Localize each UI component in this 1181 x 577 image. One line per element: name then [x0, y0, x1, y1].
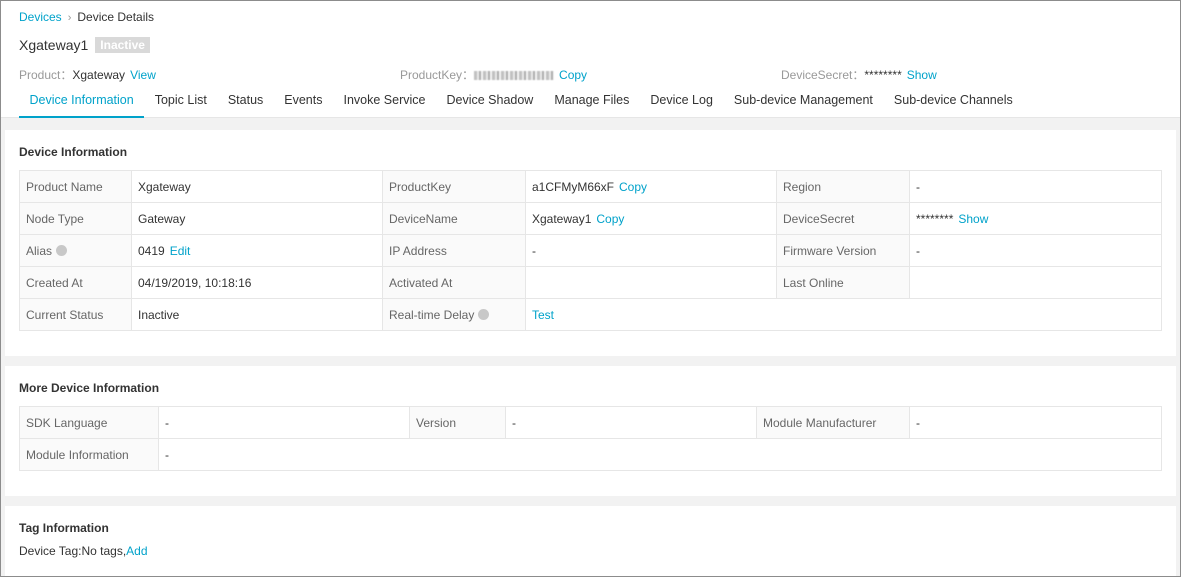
breadcrumb-separator: ›	[67, 12, 72, 24]
tab-status[interactable]: Status	[217, 87, 273, 118]
table-row: Alias 0419 Edit IP Address - Firmware Ver…	[19, 234, 1162, 267]
sdk-language-label: SDK Language	[19, 406, 159, 439]
devicesecret-cell: ******** Show	[909, 202, 1162, 235]
module-information-label: Module Information	[19, 438, 159, 471]
tab-device-shadow[interactable]: Device Shadow	[436, 87, 544, 118]
table-row: Product Name Xgateway ProductKey a1CFMyM…	[19, 170, 1162, 203]
tab-invoke-service[interactable]: Invoke Service	[333, 87, 436, 118]
tab-bar: Device Information Topic List Status Eve…	[19, 87, 1023, 118]
tab-sub-device-channels[interactable]: Sub-device Channels	[883, 87, 1023, 118]
add-tag-link[interactable]: Add	[126, 544, 147, 558]
node-type-label: Node Type	[19, 202, 132, 235]
module-manufacturer-value: -	[909, 406, 1162, 439]
device-title-row: Xgateway1 Inactive	[19, 37, 150, 53]
product-name-value: Xgateway	[131, 170, 383, 203]
breadcrumb-current: Device Details	[77, 10, 155, 24]
table-row: Current Status Inactive Real-time Delay …	[19, 298, 1162, 331]
version-value: -	[505, 406, 757, 439]
masked-productkey	[474, 71, 555, 81]
devicesecret-meta-label: DeviceSecret：	[781, 68, 865, 82]
productkey-meta-label: ProductKey：	[400, 68, 475, 82]
status-badge: Inactive	[95, 37, 150, 53]
copy-productkey-button[interactable]: Copy	[619, 180, 647, 194]
product-meta-label: Product：	[19, 68, 73, 82]
created-at-value: 04/19/2019, 10:18:16	[131, 266, 383, 299]
ip-address-label: IP Address	[382, 234, 526, 267]
ip-address-value: -	[525, 234, 777, 267]
page-title: Xgateway1	[19, 37, 89, 53]
productkey-cell: a1CFMyM66xF Copy	[525, 170, 777, 203]
table-row: Created At 04/19/2019, 10:18:16 Activate…	[19, 266, 1162, 299]
devicesecret-meta: DeviceSecret：******** Show	[781, 66, 937, 83]
devicename-cell: Xgateway1 Copy	[525, 202, 777, 235]
tab-events[interactable]: Events	[274, 87, 333, 118]
tab-manage-files[interactable]: Manage Files	[544, 87, 640, 118]
node-type-value: Gateway	[131, 202, 383, 235]
tag-information-panel: Tag Information Device Tag:No tags,Add	[5, 506, 1176, 576]
show-devicesecret-button[interactable]: Show	[958, 212, 988, 226]
tab-device-information[interactable]: Device Information	[19, 87, 145, 118]
activated-at-label: Activated At	[382, 266, 526, 299]
tag-information-title: Tag Information	[19, 521, 109, 535]
device-information-table: Product Name Xgateway ProductKey a1CFMyM…	[19, 170, 1162, 331]
tab-sub-device-management[interactable]: Sub-device Management	[723, 87, 883, 118]
device-tag-line: Device Tag:No tags,Add	[19, 544, 148, 558]
product-meta: Product：Xgateway View	[19, 66, 156, 83]
productkey-value: a1CFMyM66xF	[532, 179, 615, 194]
product-name-label: Product Name	[19, 170, 132, 203]
alias-label-cell: Alias	[19, 234, 132, 267]
help-icon[interactable]	[56, 244, 68, 256]
copy-devicename-button[interactable]: Copy	[596, 212, 624, 226]
more-device-information-panel: More Device Information SDK Language - V…	[5, 366, 1176, 496]
view-product-link[interactable]: View	[130, 68, 156, 82]
productkey-label: ProductKey	[382, 170, 526, 203]
device-details-page: Devices › Device Details Xgateway1 Inactiv…	[0, 0, 1181, 577]
last-online-label: Last Online	[776, 266, 910, 299]
devicesecret-meta-value: ********	[864, 68, 902, 82]
alias-cell: 0419 Edit	[131, 234, 383, 267]
module-manufacturer-label: Module Manufacturer	[756, 406, 910, 439]
edit-alias-button[interactable]: Edit	[170, 244, 191, 258]
region-label: Region	[776, 170, 910, 203]
firmware-version-value: -	[909, 234, 1162, 267]
activated-at-value	[525, 266, 777, 299]
device-information-panel: Device Information Product Name Xgateway…	[5, 130, 1176, 356]
alias-label: Alias	[26, 243, 53, 258]
alias-value: 0419	[138, 243, 165, 258]
version-label: Version	[409, 406, 506, 439]
realtime-delay-cell: Test	[525, 298, 1162, 331]
current-status-label: Current Status	[19, 298, 132, 331]
breadcrumb: Devices › Device Details	[19, 10, 154, 24]
current-status-value: Inactive	[131, 298, 383, 331]
last-online-value	[909, 266, 1162, 299]
devicename-value: Xgateway1	[532, 211, 592, 226]
region-value: -	[909, 170, 1162, 203]
module-information-value: -	[158, 438, 1162, 471]
table-row: Node Type Gateway DeviceName Xgateway1 Co…	[19, 202, 1162, 235]
copy-productkey-link[interactable]: Copy	[559, 68, 587, 82]
tab-device-log[interactable]: Device Log	[640, 87, 724, 118]
realtime-delay-label-cell: Real-time Delay	[382, 298, 526, 331]
help-icon[interactable]	[478, 308, 490, 320]
more-device-information-title: More Device Information	[19, 381, 160, 395]
test-delay-button[interactable]: Test	[532, 308, 554, 322]
tab-topic-list[interactable]: Topic List	[144, 87, 217, 118]
devicesecret-label: DeviceSecret	[776, 202, 910, 235]
page-header: Devices › Device Details Xgateway1 Inactiv…	[1, 1, 1180, 118]
device-tag-text: Device Tag:No tags,	[19, 544, 127, 558]
table-row: Module Information -	[19, 438, 1162, 471]
more-device-information-table: SDK Language - Version - Module Manufact…	[19, 406, 1162, 471]
created-at-label: Created At	[19, 266, 132, 299]
sdk-language-value: -	[158, 406, 410, 439]
device-information-title: Device Information	[19, 145, 128, 159]
productkey-meta: ProductKey： Copy	[400, 66, 587, 83]
devicename-label: DeviceName	[382, 202, 526, 235]
breadcrumb-devices-link[interactable]: Devices	[19, 10, 62, 24]
firmware-version-label: Firmware Version	[776, 234, 910, 267]
show-devicesecret-link[interactable]: Show	[907, 68, 937, 82]
realtime-delay-label: Real-time Delay	[389, 307, 475, 322]
table-row: SDK Language - Version - Module Manufact…	[19, 406, 1162, 439]
product-meta-value: Xgateway	[72, 68, 126, 82]
devicesecret-value: ********	[916, 211, 954, 226]
